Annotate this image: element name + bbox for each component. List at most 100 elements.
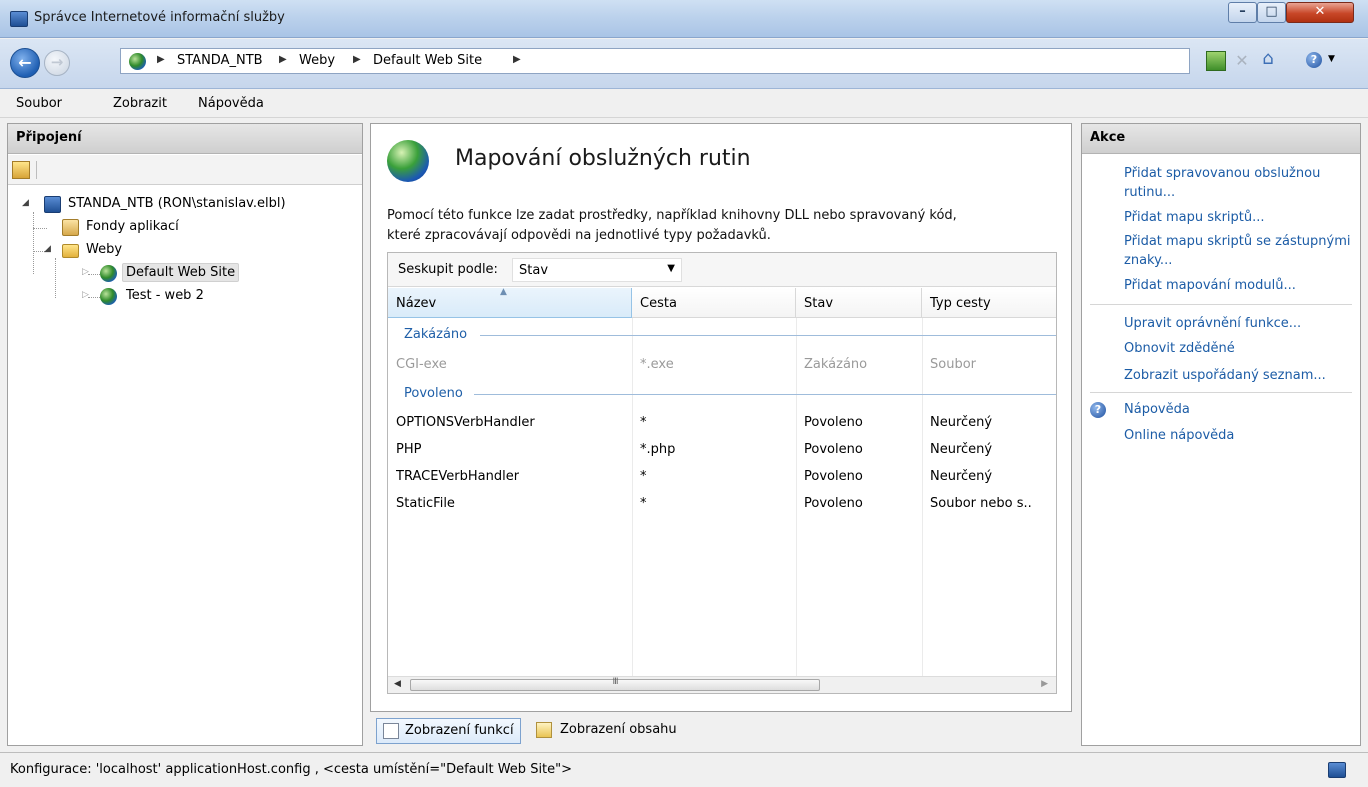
action-add-wildcard-script-map[interactable]: Přidat mapu skriptů se zástupnými znaky.… xyxy=(1124,232,1356,270)
menu-file[interactable]: Soubor xyxy=(16,96,62,111)
action-online-help[interactable]: Online nápověda xyxy=(1124,426,1356,445)
group-header-enabled[interactable]: Povoleno xyxy=(404,386,463,406)
server-status-icon xyxy=(1328,762,1346,778)
page-description: Pomocí této funkce lze zadat prostředky,… xyxy=(387,206,1057,246)
cell-path: *.exe xyxy=(640,357,674,372)
chevron-down-icon: ▼ xyxy=(667,263,675,274)
breadcrumb-separator-icon: ▶ xyxy=(353,54,361,65)
group-by-select[interactable]: Stav ▼ xyxy=(512,258,682,282)
minimize-button[interactable]: – xyxy=(1228,2,1257,23)
forward-button[interactable]: → xyxy=(44,50,70,76)
expand-icon[interactable]: ▷ xyxy=(82,267,89,277)
server-icon xyxy=(44,196,61,213)
toolbar-divider xyxy=(36,161,37,179)
minimize-icon: – xyxy=(1239,4,1246,19)
action-edit-feature-permissions[interactable]: Upravit oprávnění funkce... xyxy=(1124,314,1356,333)
cell-path-type: Soubor nebo s.. xyxy=(930,496,1032,511)
action-add-module-mapping[interactable]: Přidat mapování modulů... xyxy=(1124,276,1356,295)
connect-icon[interactable] xyxy=(12,161,30,179)
cell-path: *.php xyxy=(640,442,676,457)
action-revert-to-inherited[interactable]: Obnovit zděděné xyxy=(1124,339,1356,358)
expand-icon[interactable]: ▷ xyxy=(82,290,89,300)
cell-path-type: Neurčený xyxy=(930,442,993,457)
tree-connector xyxy=(88,274,100,275)
folder-icon xyxy=(62,244,79,258)
address-bar[interactable]: ▶ STANDA_NTB ▶ Weby ▶ Default Web Site ▶ xyxy=(120,48,1190,74)
action-view-ordered-list[interactable]: Zobrazit uspořádaný seznam... xyxy=(1124,366,1356,385)
actions-header: Akce xyxy=(1082,124,1360,154)
breadcrumb-server[interactable]: STANDA_NTB xyxy=(177,53,263,68)
tree-label-test-web-2: Test - web 2 xyxy=(126,288,204,303)
tab-label: Zobrazení funkcí xyxy=(405,723,514,738)
breadcrumb-separator-icon: ▶ xyxy=(513,54,521,65)
action-add-script-map[interactable]: Přidat mapu skriptů... xyxy=(1124,208,1356,227)
group-divider xyxy=(480,335,1056,336)
navigation-bar: ← → ▶ STANDA_NTB ▶ Weby ▶ Default Web Si… xyxy=(0,39,1368,89)
tree-connector xyxy=(88,297,100,298)
actions-divider xyxy=(1090,304,1352,305)
tab-content-view[interactable]: Zobrazení obsahu xyxy=(530,718,683,744)
globe-icon xyxy=(129,53,146,70)
sort-ascending-icon: ▲ xyxy=(500,287,507,297)
content-view-icon xyxy=(536,722,552,738)
maximize-button[interactable]: □ xyxy=(1257,2,1286,23)
features-view-icon xyxy=(383,723,399,739)
group-by-value: Stav xyxy=(519,263,549,278)
cell-path: * xyxy=(640,496,647,511)
action-help[interactable]: Nápověda xyxy=(1124,400,1356,419)
home-icon[interactable]: ⌂ xyxy=(1258,48,1278,69)
column-header-path-type[interactable]: Typ cesty xyxy=(922,288,1056,318)
menu-view[interactable]: Zobrazit xyxy=(113,96,167,111)
column-label: Cesta xyxy=(640,296,677,311)
collapse-icon[interactable]: ◢ xyxy=(22,198,29,208)
cell-path-type: Soubor xyxy=(930,357,976,372)
column-header-state[interactable]: Stav xyxy=(796,288,922,318)
page-title: Mapování obslužných rutin xyxy=(455,146,751,171)
globe-icon xyxy=(100,288,117,305)
group-header-disabled[interactable]: Zakázáno xyxy=(404,327,467,347)
tab-features-view[interactable]: Zobrazení funkcí xyxy=(376,718,521,744)
close-button[interactable]: ✕ xyxy=(1286,2,1354,23)
collapse-icon[interactable]: ◢ xyxy=(44,244,51,254)
cell-path-type: Neurčený xyxy=(930,469,993,484)
menu-help[interactable]: Nápověda xyxy=(198,96,264,111)
column-header-path[interactable]: Cesta xyxy=(632,288,796,318)
connections-panel: Připojení ◢ STANDA_NTB (RON\stanislav.el… xyxy=(7,123,363,746)
back-button[interactable]: ← xyxy=(10,48,40,78)
handler-mappings-globe-icon xyxy=(387,140,429,182)
description-line: Pomocí této funkce lze zadat prostředky,… xyxy=(387,208,957,223)
cell-path-type: Neurčený xyxy=(930,415,993,430)
help-dropdown-icon[interactable]: ? xyxy=(1306,52,1322,68)
column-label: Stav xyxy=(804,296,834,311)
back-arrow-icon: ← xyxy=(18,53,32,72)
cell-name: TRACEVerbHandler xyxy=(396,469,520,484)
refresh-icon[interactable] xyxy=(1206,51,1226,71)
connections-toolbar xyxy=(8,155,362,185)
close-icon: ✕ xyxy=(1314,4,1326,19)
breadcrumb-site[interactable]: Default Web Site xyxy=(373,53,482,68)
chevron-down-icon[interactable]: ▼ xyxy=(1328,54,1335,64)
window-title: Správce Internetové informační služby xyxy=(34,10,285,25)
scroll-right-icon[interactable]: ▶ xyxy=(1041,679,1048,689)
action-add-managed-handler[interactable]: Přidat spravovanou obslužnou rutinu... xyxy=(1124,164,1356,202)
column-header-name[interactable]: ▲ Název xyxy=(388,287,632,318)
horizontal-scrollbar[interactable]: ◀ III ▶ xyxy=(388,676,1056,693)
connections-header: Připojení xyxy=(8,124,362,154)
tree-connector xyxy=(33,228,47,229)
scrollbar-thumb[interactable]: III xyxy=(410,677,820,691)
actions-divider xyxy=(1090,392,1352,393)
handler-mappings-grid: Seskupit podle: Stav ▼ ▲ Název Cesta Sta… xyxy=(387,252,1057,694)
breadcrumb-sites[interactable]: Weby xyxy=(299,53,335,68)
status-text: Konfigurace: 'localhost' applicationHost… xyxy=(10,762,573,777)
help-icon: ? xyxy=(1090,402,1106,418)
tab-label: Zobrazení obsahu xyxy=(560,722,677,737)
cell-path: * xyxy=(640,469,647,484)
column-divider xyxy=(632,318,633,677)
stop-icon[interactable]: ✕ xyxy=(1232,51,1252,71)
tree-connector xyxy=(33,212,34,274)
scroll-left-icon[interactable]: ◀ xyxy=(394,679,401,689)
cell-state: Povoleno xyxy=(804,496,863,511)
cell-name: PHP xyxy=(396,442,422,457)
cell-name: StaticFile xyxy=(396,496,455,511)
group-by-label: Seskupit podle: xyxy=(398,262,498,277)
